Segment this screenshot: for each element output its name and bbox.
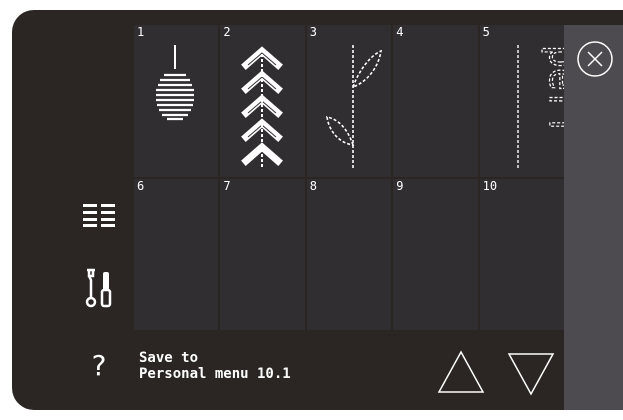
cell-number: 4 xyxy=(396,25,404,39)
stitch-cell-8[interactable]: 8 xyxy=(306,178,392,330)
left-rail: ? xyxy=(12,10,134,410)
stitch-cell-3[interactable]: 3 xyxy=(306,25,392,177)
perf-text-stitch-icon: perf xyxy=(516,44,564,170)
perf-text: perf xyxy=(541,45,564,137)
cell-number: 9 xyxy=(396,178,404,193)
stitch-grid: 1 2 3 4 5 perf 6 7 8 9 10 xyxy=(134,25,564,330)
stitch-cell-6[interactable]: 6 xyxy=(134,178,219,330)
stitch-cell-2[interactable]: 2 xyxy=(220,25,305,177)
close-button[interactable] xyxy=(576,40,614,78)
scroll-down-button[interactable] xyxy=(506,348,556,398)
tools-icon[interactable] xyxy=(82,268,118,308)
bottom-bar: Save to Personal menu 10.1 xyxy=(134,332,564,410)
cell-number: 10 xyxy=(482,178,498,193)
stitch-cell-10[interactable]: 10 xyxy=(479,178,564,330)
right-panel xyxy=(564,25,623,410)
triangle-up-icon xyxy=(437,350,485,393)
save-to-label: Save to Personal menu 10.1 xyxy=(139,350,291,382)
triangle-down-icon xyxy=(507,353,555,396)
help-icon[interactable]: ? xyxy=(84,347,114,383)
stitch-cell-4[interactable]: 4 xyxy=(393,25,478,177)
save-line-2: Personal menu 10.1 xyxy=(139,366,291,382)
stitch-cell-5[interactable]: 5 perf xyxy=(479,25,564,177)
close-icon xyxy=(577,41,613,77)
device-frame: ? 1 2 3 4 5 perf 6 7 8 9 10 Save to Pers… xyxy=(0,0,623,420)
screen: ? 1 2 3 4 5 perf 6 7 8 9 10 Save to Pers… xyxy=(12,10,623,410)
scroll-up-button[interactable] xyxy=(436,348,486,398)
leaf-stem-stitch-icon xyxy=(325,45,382,170)
list-icon[interactable] xyxy=(82,202,118,228)
stitch-cell-1[interactable]: 1 xyxy=(134,25,219,177)
beaded-ball-stitch-icon xyxy=(156,45,194,121)
cell-number: 7 xyxy=(223,178,231,193)
cell-number: 6 xyxy=(137,178,145,193)
stitch-cell-7[interactable]: 7 xyxy=(220,178,305,330)
chevron-stitch-icon xyxy=(241,46,284,167)
stitch-cell-9[interactable]: 9 xyxy=(393,178,478,330)
help-glyph: ? xyxy=(91,348,107,382)
save-line-1: Save to xyxy=(139,350,199,366)
cell-number: 8 xyxy=(309,178,318,193)
